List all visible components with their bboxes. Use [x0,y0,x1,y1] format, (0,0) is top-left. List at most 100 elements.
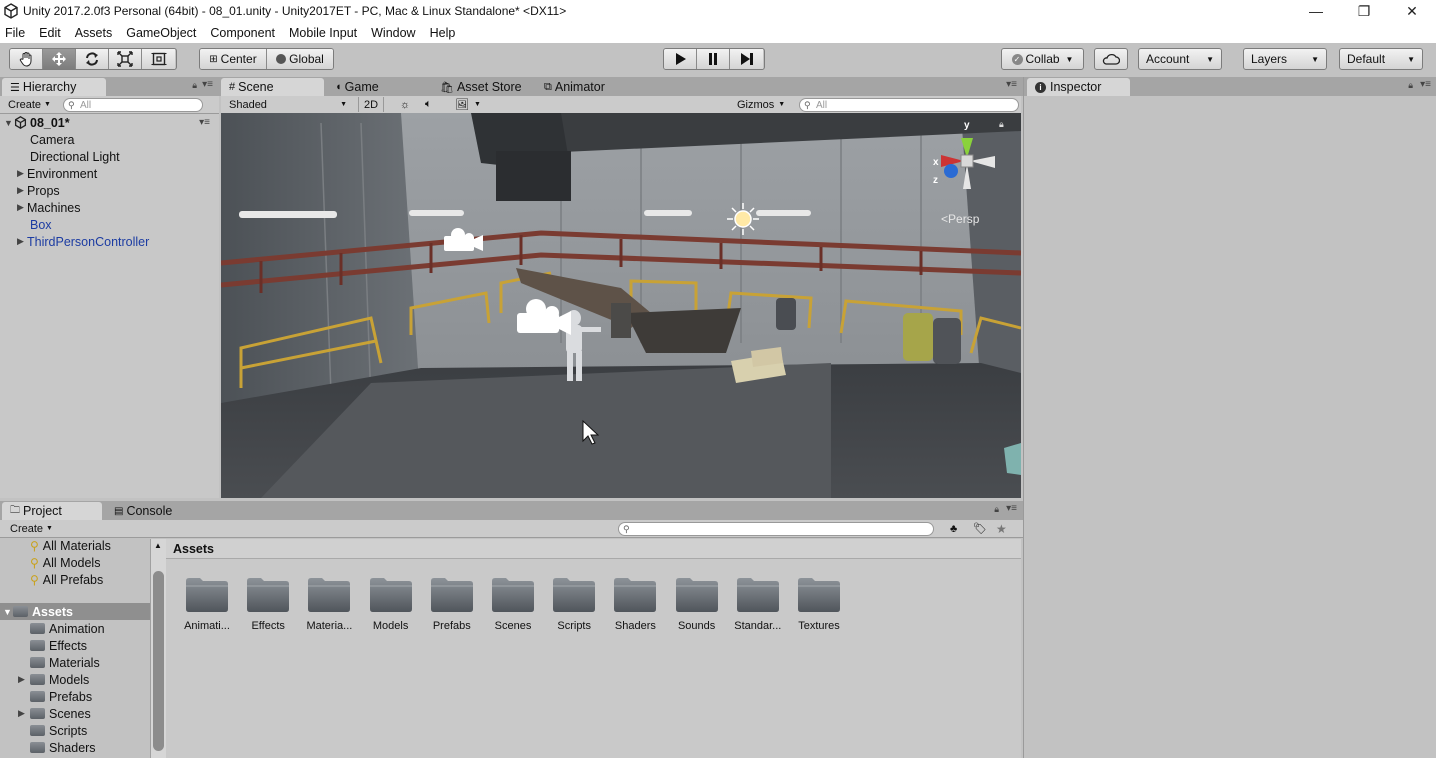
asset-folder-label: Prefabs [432,620,471,632]
pivot-center-button[interactable]: ⊞ Center [200,49,267,69]
tab-inspector[interactable]: i Inspector [1027,78,1130,96]
scroll-up-arrow-icon[interactable]: ▲ [154,541,162,550]
expand-triangle-icon[interactable]: ▶ [18,674,28,685]
layout-dropdown[interactable]: Default ▼ [1339,48,1423,70]
favorite-label: All Prefabs [42,572,104,587]
layers-dropdown[interactable]: Layers ▼ [1243,48,1327,70]
hierarchy-item-box[interactable]: Box [20,216,52,233]
assets-root-row[interactable]: ▼ Assets [0,603,150,620]
menu-window[interactable]: Window [371,26,415,40]
breadcrumb-assets[interactable]: Assets [173,542,214,556]
tree-folder-prefabs[interactable]: Prefabs [30,688,92,705]
panel-menu-icon[interactable]: ▾≡ [1006,79,1017,90]
menu-mobile-input[interactable]: Mobile Input [289,26,357,40]
tree-scrollbar[interactable]: ▲ [150,539,166,758]
rotate-icon [86,52,98,66]
expand-triangle-icon[interactable]: ▶ [17,236,27,247]
toggle-2d-button[interactable]: 2D [358,97,385,112]
tree-folder-effects[interactable]: Effects [30,637,87,654]
scene-viewport[interactable]: y x z <Persp 🔒︎ [221,113,1021,498]
project-search-input[interactable]: ⚲ [618,522,934,536]
folder-icon [614,578,657,612]
favorites-button[interactable]: ★ [996,521,1007,536]
minimize-button[interactable]: — [1292,0,1340,22]
step-button[interactable] [730,49,763,69]
menu-component[interactable]: Component [210,26,275,40]
play-button[interactable] [664,49,697,69]
tab-asset-store[interactable]: 🛍︎ Asset Store [432,78,530,96]
tree-folder-models[interactable]: ▶ Models [18,671,89,688]
cloud-button[interactable] [1094,48,1128,70]
expand-triangle-icon[interactable]: ▶ [18,708,28,719]
favorite-all-models[interactable]: ⚲ All Models [30,554,100,571]
tree-folder-scripts[interactable]: Scripts [30,722,87,739]
scene-menu-icon[interactable]: ▾≡ [199,117,210,128]
menu-edit[interactable]: Edit [39,26,61,40]
tab-scene[interactable]: # Scene [221,78,324,96]
tab-scene-label: Scene [238,80,274,94]
panel-menu-icon[interactable]: ▾≡ [202,79,213,90]
menu-help[interactable]: Help [430,26,456,40]
close-button[interactable]: ✕ [1388,0,1436,22]
gizmos-dropdown[interactable]: Gizmos ▼ [737,97,785,112]
orientation-gizmo[interactable]: y x z <Persp 🔒︎ [927,119,1007,226]
scene-lighting-toggle[interactable]: ☼ [400,97,410,112]
hierarchy-item-camera[interactable]: Camera [20,131,74,148]
hierarchy-item-props[interactable]: ▶ Props [17,182,60,199]
tab-animator[interactable]: ⧉ Animator [536,78,613,96]
hierarchy-item-directional-light[interactable]: Directional Light [20,148,120,165]
collab-dropdown[interactable]: ✓ Collab ▼ [1001,48,1084,70]
tree-folder-materials[interactable]: Materials [30,654,100,671]
tree-folder-shaders[interactable]: Shaders [30,739,96,756]
tree-folder-label: Shaders [49,740,96,755]
search-by-type-button[interactable]: ♣ [950,521,957,536]
menu-assets[interactable]: Assets [75,26,113,40]
rotate-tool-button[interactable] [76,49,109,69]
panel-menu-icon[interactable]: ▾≡ [1006,503,1017,514]
tree-folder-label: Effects [49,638,87,653]
hierarchy-create-button[interactable]: Create ▼ [8,97,51,112]
collab-label: Collab [1025,52,1060,66]
pause-button[interactable] [697,49,730,69]
rect-tool-button[interactable] [142,49,175,69]
tree-folder-scenes[interactable]: ▶ Scenes [18,705,91,722]
tab-game[interactable]: ◖ Game [327,78,387,96]
scale-tool-button[interactable] [109,49,142,69]
folder-icon [30,725,45,736]
panel-menu-icon[interactable]: ▾≡ [1420,79,1431,90]
lock-icon[interactable]: 🔒︎ [994,504,999,515]
expand-triangle-icon[interactable]: ▼ [4,118,14,128]
hand-tool-button[interactable] [10,49,43,69]
scrollbar-thumb[interactable] [153,571,164,751]
scene-root-row[interactable]: ▼ 08_01* ▾≡ [4,114,214,131]
shading-mode-dropdown[interactable]: Shaded ▼ [229,97,351,112]
scene-search-input[interactable]: ⚲ All [799,98,1019,112]
project-create-button[interactable]: Create ▼ [10,521,53,536]
favorite-all-prefabs[interactable]: ⚲ All Prefabs [30,571,103,588]
gizmo-lock-icon[interactable]: 🔒︎ [999,119,1004,130]
hierarchy-item-machines[interactable]: ▶ Machines [17,199,81,216]
expand-triangle-icon[interactable]: ▶ [17,168,27,179]
menu-file[interactable]: File [5,26,25,40]
hierarchy-item-thirdpersoncontroller[interactable]: ▶ ThirdPersonController [17,233,149,250]
scene-effects-dropdown[interactable]: 🖼︎ ▼ [455,97,481,112]
tab-hierarchy[interactable]: ☰ Hierarchy [2,78,106,96]
scene-audio-toggle[interactable]: 🔈︎ [425,97,432,112]
expand-triangle-icon[interactable]: ▼ [3,607,13,617]
account-dropdown[interactable]: Account ▼ [1138,48,1222,70]
pivot-global-button[interactable]: Global [267,49,333,69]
favorite-all-materials[interactable]: ⚲ All Materials [30,539,111,554]
expand-triangle-icon[interactable]: ▶ [17,185,27,196]
expand-triangle-icon[interactable]: ▶ [17,202,27,213]
menu-gameobject[interactable]: GameObject [126,26,196,40]
projection-label[interactable]: <Persp [941,212,979,226]
search-by-label-button[interactable]: 🏷︎ [973,521,987,536]
hierarchy-item-environment[interactable]: ▶ Environment [17,165,97,182]
restore-button[interactable]: ❐ [1340,0,1388,22]
tab-project[interactable]: 🗀︎ Project [2,502,102,520]
move-tool-button[interactable] [43,49,76,69]
tab-console[interactable]: ▤ Console [106,502,180,520]
hierarchy-search-input[interactable]: ⚲ All [63,98,203,112]
tree-folder-animation[interactable]: Animation [30,620,105,637]
lock-icon[interactable]: 🔒︎ [1408,80,1413,91]
